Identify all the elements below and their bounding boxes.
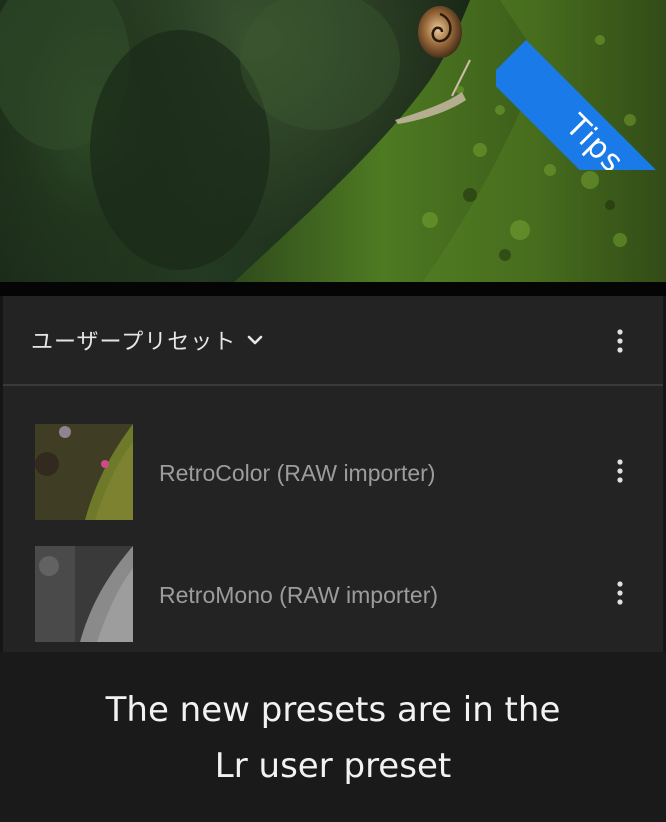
preset-menu-button[interactable]: [605, 576, 635, 610]
tips-badge: Tips: [496, 0, 666, 170]
preset-menu-button[interactable]: [605, 454, 635, 488]
chevron-down-icon: [247, 335, 263, 345]
tips-label: Tips: [558, 107, 631, 170]
thumbnail-image: [35, 546, 133, 642]
preset-thumbnail-mono: [35, 546, 133, 642]
more-vertical-icon: [617, 329, 623, 353]
group-menu-button[interactable]: [605, 324, 635, 358]
preset-item-retromono[interactable]: RetroMono (RAW importer): [3, 546, 663, 646]
preset-name: RetroColor (RAW importer): [159, 460, 436, 486]
preset-item-retrocolor[interactable]: RetroColor (RAW importer): [3, 424, 663, 524]
more-vertical-icon: [617, 581, 623, 605]
tips-ribbon: Tips: [496, 40, 666, 170]
preset-group-title: ユーザープリセット: [31, 330, 237, 355]
caption-line-1: The new presets are in the: [105, 690, 561, 730]
preset-group-selector[interactable]: ユーザープリセット: [31, 324, 264, 356]
preset-panel: ユーザープリセット RetroColor (RAW importer) Retr…: [0, 296, 666, 652]
photo-divider: [0, 282, 666, 296]
more-vertical-icon: [617, 459, 623, 483]
preset-thumbnail-color: [35, 424, 133, 520]
tip-caption: The new presets are in the Lr user prese…: [0, 652, 666, 822]
photo-preview: Tips: [0, 0, 666, 286]
thumbnail-image: [35, 424, 133, 520]
caption-line-2: Lr user preset: [214, 746, 452, 786]
tip-card: Tips ユーザープリセット RetroColor (RAW importer)…: [0, 0, 666, 822]
preset-group-header: ユーザープリセット: [3, 296, 663, 386]
preset-name: RetroMono (RAW importer): [159, 582, 439, 608]
